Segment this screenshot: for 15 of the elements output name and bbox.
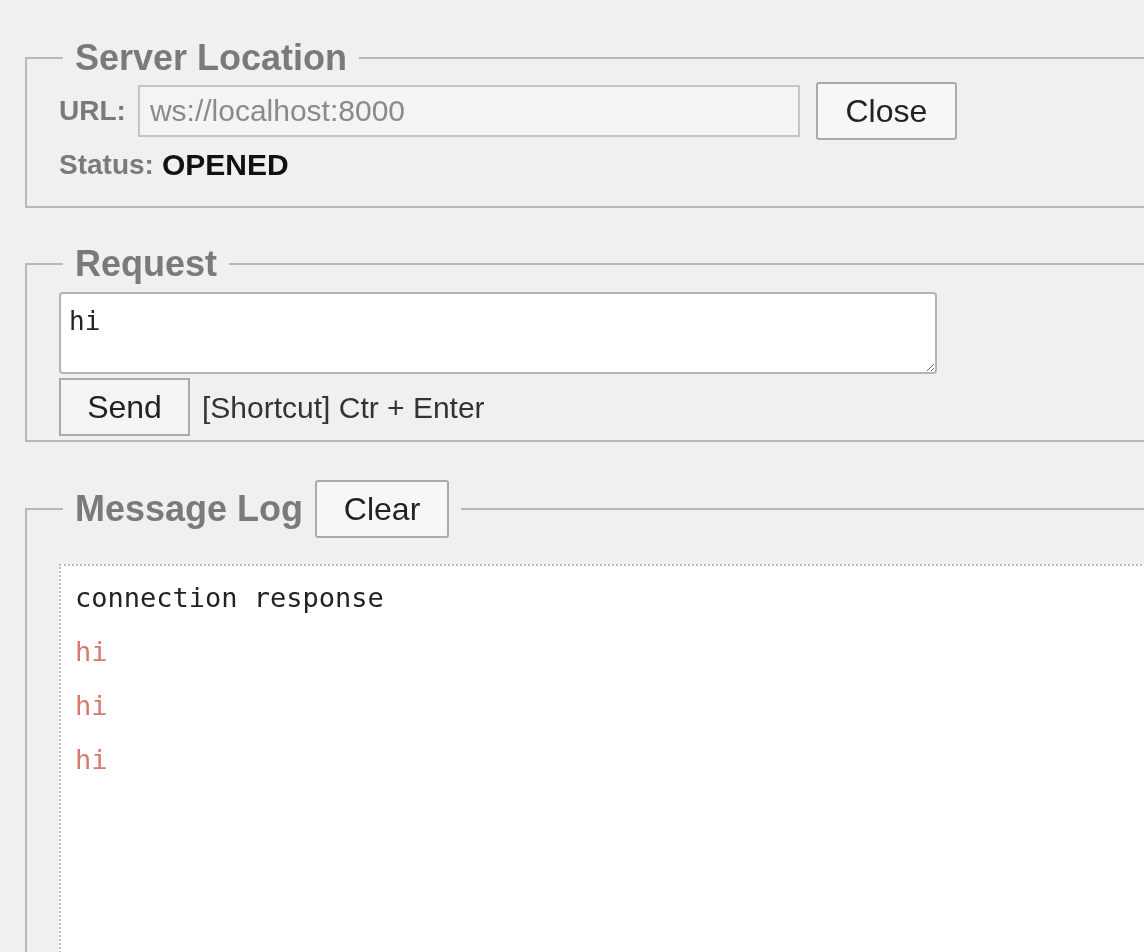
clear-button[interactable]: Clear xyxy=(315,480,450,538)
url-label: URL: xyxy=(59,94,126,128)
log-entry: hi xyxy=(75,743,109,777)
log-entry: hi xyxy=(75,689,109,723)
log-entry: connection response xyxy=(75,581,385,615)
section-legend: Message Log xyxy=(75,482,304,536)
status-label: Status: xyxy=(59,147,154,182)
status-value: OPENED xyxy=(161,147,289,183)
close-button[interactable]: Close xyxy=(815,82,957,140)
section-legend: Server Location xyxy=(63,40,360,76)
log-entry: hi xyxy=(75,635,109,669)
section-legend: Request xyxy=(63,246,230,282)
shortcut-hint: [Shortcut] Ctr + Enter xyxy=(202,389,485,426)
request-text-area[interactable]: hi xyxy=(59,292,937,374)
send-button[interactable]: Send xyxy=(59,378,190,436)
